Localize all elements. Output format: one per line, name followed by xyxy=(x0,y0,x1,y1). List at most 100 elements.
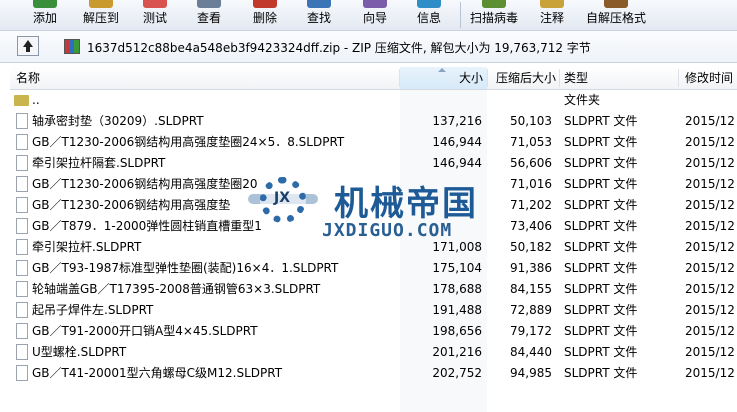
file-type: SLDPRT 文件 xyxy=(564,135,638,149)
file-size: 201,216 xyxy=(432,345,482,359)
file-type: SLDPRT 文件 xyxy=(564,114,638,128)
file-packed-size: 91,386 xyxy=(510,261,552,275)
wizard-button[interactable]: 向导 xyxy=(354,0,396,30)
sfx-icon xyxy=(604,0,628,8)
info-icon xyxy=(417,0,441,8)
file-icon xyxy=(16,218,28,234)
file-type: SLDPRT 文件 xyxy=(564,324,638,338)
column-modified[interactable]: 修改时间 xyxy=(685,67,737,89)
file-type: SLDPRT 文件 xyxy=(564,177,638,191)
delete-icon xyxy=(253,0,277,8)
file-icon xyxy=(16,176,28,192)
virus-scan-button[interactable]: 扫描病毒 xyxy=(466,0,522,30)
file-modified: 2015/12 xyxy=(685,219,735,233)
file-modified: 2015/12 xyxy=(685,114,735,128)
file-icon xyxy=(16,323,28,339)
test-button[interactable]: 测试 xyxy=(134,0,176,30)
table-row[interactable]: GB／T1230-2006钢结构用高强度垫圈24×5．8.SLDPRT 146,9… xyxy=(10,132,737,153)
comment-button[interactable]: 注释 xyxy=(532,0,572,30)
delete-label: 删除 xyxy=(252,11,277,25)
file-type: SLDPRT 文件 xyxy=(564,219,638,233)
file-modified: 2015/12 xyxy=(685,261,735,275)
file-modified: 2015/12 xyxy=(685,324,735,338)
file-size: 146,944 xyxy=(432,135,482,149)
sfx-button[interactable]: 自解压格式 xyxy=(582,0,650,30)
file-list: .. 文件夹 轴承密封垫（30209）.SLDPRT 137,216 50,103 SLD… xyxy=(10,90,737,412)
column-name[interactable]: 名称 xyxy=(16,67,396,89)
file-size: 202,752 xyxy=(432,366,482,380)
archive-path: 1637d512c88be4a548eb3f9423324dff.zip - Z… xyxy=(87,41,591,55)
table-row[interactable]: 起吊子焊件左.SLDPRT 191,488 72,889 SLDPRT 文件 2015/… xyxy=(10,300,737,321)
view-label: 查看 xyxy=(196,11,221,25)
delete-button[interactable]: 删除 xyxy=(244,0,286,30)
table-row[interactable]: .. 文件夹 xyxy=(10,90,737,111)
file-packed-size: 84,155 xyxy=(510,282,552,296)
file-type: SLDPRT 文件 xyxy=(564,303,638,317)
info-button[interactable]: 信息 xyxy=(408,0,450,30)
file-name: 起吊子焊件左.SLDPRT xyxy=(32,303,154,317)
extract-to-button[interactable]: 解压到 xyxy=(77,0,125,30)
test-icon xyxy=(143,0,167,8)
add-button[interactable]: 添加 xyxy=(24,0,66,30)
file-packed-size: 72,889 xyxy=(510,303,552,317)
file-name: GB／T41-20001型六角螺母C级M12.SLDPRT xyxy=(32,366,283,380)
file-modified: 2015/12 xyxy=(685,135,735,149)
watermark-subtitle: JXDIGUO.COM xyxy=(322,220,453,241)
table-row[interactable]: 轴承密封垫（30209）.SLDPRT 137,216 50,103 SLDPRT 文… xyxy=(10,111,737,132)
file-packed-size: 71,053 xyxy=(510,135,552,149)
file-modified: 2015/12 xyxy=(685,240,735,254)
file-modified: 2015/12 xyxy=(685,282,735,296)
file-icon xyxy=(16,302,28,318)
test-label: 测试 xyxy=(142,11,167,25)
add-icon xyxy=(33,0,57,8)
file-icon xyxy=(16,365,28,381)
file-type: SLDPRT 文件 xyxy=(564,366,638,380)
column-packed[interactable]: 压缩后大小 xyxy=(488,67,556,89)
file-type: SLDPRT 文件 xyxy=(564,261,638,275)
toolbar: 添加 解压到 测试 查看 删除 查找 向导 信息 扫描病毒 注释 自解压格式 xyxy=(0,0,737,31)
find-button[interactable]: 查找 xyxy=(298,0,340,30)
column-type[interactable]: 类型 xyxy=(564,67,674,89)
file-type: SLDPRT 文件 xyxy=(564,240,638,254)
table-row[interactable]: GB／T91-2000开口销A型4×45.SLDPRT 198,656 79,172… xyxy=(10,321,737,342)
file-name: GB／T1230-2006钢结构用高强度垫圈24×5．8.SLDPRT xyxy=(32,135,345,149)
sfx-label: 自解压格式 xyxy=(585,11,646,25)
file-icon xyxy=(16,113,28,129)
up-folder-button[interactable] xyxy=(17,36,39,56)
file-name: 轴承密封垫（30209）.SLDPRT xyxy=(32,114,204,128)
add-label: 添加 xyxy=(32,11,57,25)
file-modified: 2015/12 xyxy=(685,177,735,191)
zip-archive-icon xyxy=(64,39,80,54)
file-modified: 2015/12 xyxy=(685,156,735,170)
file-packed-size: 79,172 xyxy=(510,324,552,338)
extract-to-label: 解压到 xyxy=(82,11,119,25)
file-size: 198,656 xyxy=(432,324,482,338)
extract-icon xyxy=(89,0,113,8)
file-packed-size: 50,103 xyxy=(510,114,552,128)
virus-scan-label: 扫描病毒 xyxy=(469,11,518,25)
toolbar-separator xyxy=(460,2,461,28)
table-row[interactable]: GB／T41-20001型六角螺母C级M12.SLDPRT 202,752 94,9… xyxy=(10,363,737,384)
view-button[interactable]: 查看 xyxy=(188,0,230,30)
table-row[interactable]: 轮轴端盖GB／T17395-2008普通钢管63×3.SLDPRT 178,688… xyxy=(10,279,737,300)
watermark-title: 机械帝国 xyxy=(334,184,478,224)
table-row[interactable]: 牵引架拉杆隔套.SLDPRT 146,944 56,606 SLDPRT 文件 2015… xyxy=(10,153,737,174)
file-modified: 2015/12 xyxy=(685,303,735,317)
column-divider[interactable] xyxy=(559,69,560,87)
column-divider[interactable] xyxy=(678,69,679,87)
column-size[interactable]: 大小 xyxy=(400,67,487,89)
file-packed-size: 84,440 xyxy=(510,345,552,359)
file-size: 191,488 xyxy=(432,303,482,317)
table-row[interactable]: GB／T93-1987标准型弹性垫圈(装配)16×4．1.SLDPRT 175,1… xyxy=(10,258,737,279)
watermark-logo: JX 机械帝国 JXDIGUO.COM xyxy=(248,174,520,241)
virus-scan-icon xyxy=(482,0,506,8)
file-modified: 2015/12 xyxy=(685,345,735,359)
file-size: 178,688 xyxy=(432,282,482,296)
file-type: 文件夹 xyxy=(564,93,601,107)
file-size xyxy=(400,90,482,111)
file-packed-size: 50,182 xyxy=(510,240,552,254)
find-icon xyxy=(307,0,331,8)
sort-ascending-icon xyxy=(438,68,446,72)
comment-icon xyxy=(540,0,564,8)
table-row[interactable]: U型螺栓.SLDPRT 201,216 84,440 SLDPRT 文件 2015/12 xyxy=(10,342,737,363)
